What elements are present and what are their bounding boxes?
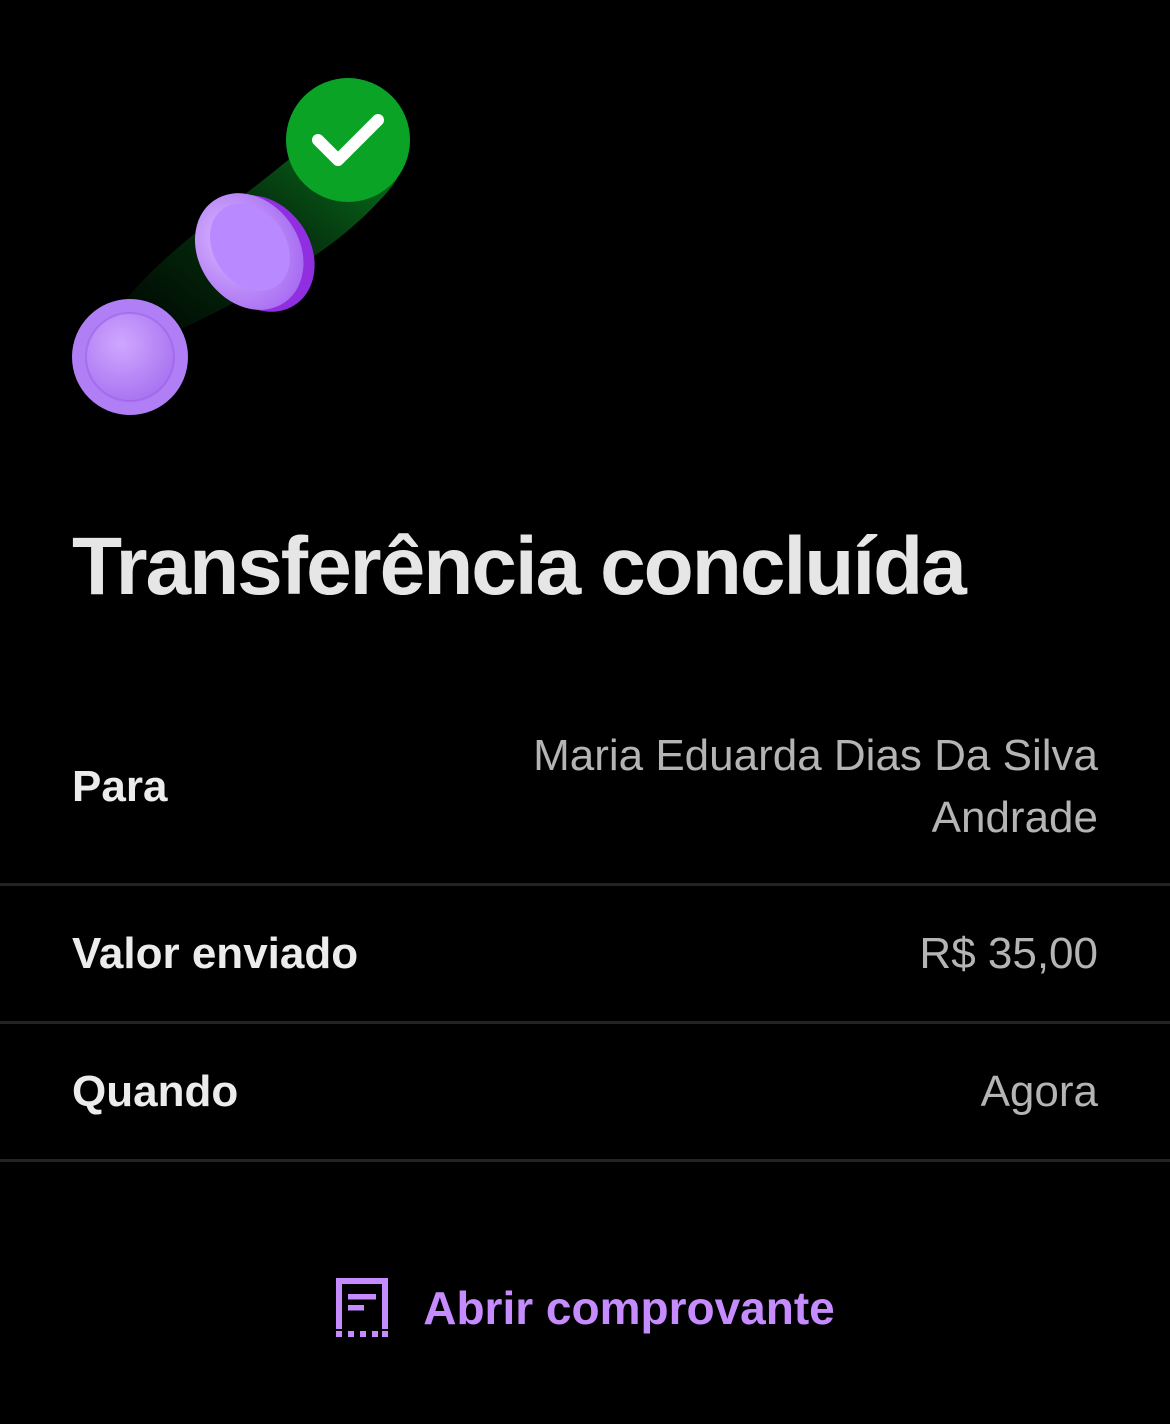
- detail-value: Agora: [980, 1066, 1098, 1116]
- detail-value: R$ 35,00: [919, 928, 1098, 978]
- detail-row-when: Quando Agora: [0, 1024, 1170, 1162]
- page-title: Transferência concluída: [72, 521, 967, 612]
- coins-transfer-success-icon: [72, 78, 410, 415]
- open-receipt-label: Abrir comprovante: [423, 1282, 835, 1334]
- detail-label: Quando: [72, 1066, 239, 1116]
- detail-label: Para: [72, 761, 168, 811]
- check-circle-icon: [286, 78, 410, 202]
- receipt-icon: [336, 1278, 389, 1337]
- detail-row-recipient: Para Maria Eduarda Dias Da Silva Andrade: [0, 690, 1170, 886]
- coin-bottom: [72, 299, 188, 415]
- transfer-details: Para Maria Eduarda Dias Da Silva Andrade…: [0, 690, 1170, 1162]
- detail-row-amount: Valor enviado R$ 35,00: [0, 886, 1170, 1024]
- detail-label: Valor enviado: [72, 928, 359, 978]
- open-receipt-button[interactable]: Abrir comprovante: [0, 1270, 1170, 1346]
- detail-value: Maria Eduarda Dias Da Silva Andrade: [533, 730, 1098, 842]
